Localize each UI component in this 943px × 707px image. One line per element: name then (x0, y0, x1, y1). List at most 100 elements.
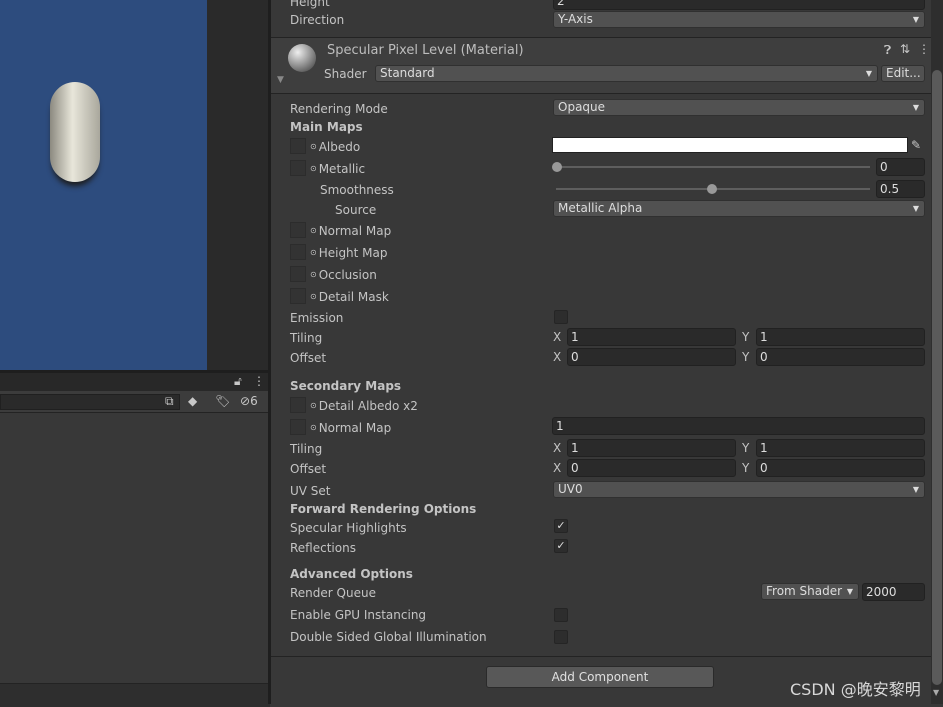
offset2-x-field[interactable]: 0 (567, 459, 736, 477)
divider (271, 656, 931, 657)
add-component-button[interactable]: Add Component (486, 666, 714, 688)
smoothness-label: Smoothness (320, 183, 394, 197)
x-label: X (553, 330, 562, 344)
normal-scale-field[interactable]: 1 (552, 417, 925, 435)
source-label: Source (335, 203, 377, 217)
more-icon[interactable]: ⋮ (253, 374, 265, 388)
albedo-texture-slot[interactable] (290, 138, 306, 154)
help-icon[interactable]: ❓︎ (884, 43, 891, 58)
x-label: X (553, 461, 562, 475)
object-picker-icon[interactable]: ⊙ (310, 164, 317, 173)
offset-y-field[interactable]: 0 (756, 348, 925, 366)
source-dropdown[interactable]: Metallic Alpha ▼ (553, 200, 925, 217)
object-picker-icon[interactable]: ⊙ (310, 270, 317, 279)
height-field[interactable]: 2 (553, 0, 925, 10)
offset-label: Offset (290, 462, 327, 476)
scroll-down-icon[interactable]: ▼ (933, 688, 939, 697)
object-picker-icon[interactable]: ⊙ (310, 292, 317, 301)
scrollbar-thumb[interactable] (932, 70, 942, 685)
detail-albedo-slot[interactable] (290, 397, 306, 413)
occlusion-slot[interactable] (290, 266, 306, 282)
reflections-checkbox[interactable]: ✓ (554, 539, 568, 553)
metallic-slider-handle[interactable] (552, 162, 562, 172)
smoothness-field[interactable]: 0.5 (876, 180, 925, 198)
render-queue-mode-value: From Shader (766, 584, 843, 598)
chevron-down-icon: ▼ (865, 69, 872, 78)
watermark: CSDN @晚安黎明 (790, 680, 921, 699)
offset-label: Offset (290, 351, 327, 365)
lock-icon[interactable]: 🔓︎ (234, 374, 242, 389)
edit-shader-button[interactable]: Edit... (881, 65, 925, 82)
detail-normal-map-slot[interactable] (290, 419, 306, 435)
render-queue-field[interactable]: 2000 (862, 583, 925, 601)
render-queue-label: Render Queue (290, 586, 376, 600)
object-picker-icon[interactable]: ⊙ (310, 142, 317, 151)
emission-label: Emission (290, 311, 344, 325)
smoothness-slider-handle[interactable] (707, 184, 717, 194)
object-picker-icon[interactable]: ⊙ (310, 401, 317, 410)
chevron-down-icon: ▼ (912, 485, 919, 494)
metallic-field[interactable]: 0 (876, 158, 925, 176)
search-input[interactable] (0, 394, 180, 410)
double-sided-gi-checkbox[interactable] (554, 630, 568, 644)
rendering-mode-value: Opaque (558, 100, 606, 114)
type-filter-icon[interactable]: ◆ (188, 394, 197, 408)
label-icon[interactable]: 🏷︎ (215, 394, 230, 408)
chevron-down-icon: ▼ (912, 103, 919, 112)
direction-dropdown[interactable]: Y-Axis ▼ (553, 11, 925, 28)
shader-label: Shader (324, 67, 367, 81)
direction-value: Y-Axis (558, 12, 593, 26)
tiling2-x-field[interactable]: 1 (567, 439, 736, 457)
object-picker-icon[interactable]: ⊙ (310, 248, 317, 257)
metallic-texture-slot[interactable] (290, 160, 306, 176)
shader-dropdown[interactable]: Standard ▼ (375, 65, 878, 82)
scene-view[interactable] (0, 0, 207, 370)
object-picker-icon[interactable]: ⊙ (310, 226, 317, 235)
rendering-mode-dropdown[interactable]: Opaque ▼ (553, 99, 925, 116)
uv-set-value: UV0 (558, 482, 583, 496)
main-maps-heading: Main Maps (290, 120, 363, 134)
more-icon[interactable]: ⋮ (918, 42, 930, 56)
foldout-arrow-icon[interactable]: ▼ (277, 75, 284, 85)
capsule-object[interactable] (50, 82, 100, 182)
eyedropper-icon[interactable]: ✎ (911, 138, 921, 152)
tiling2-y-field[interactable]: 1 (756, 439, 925, 457)
detail-mask-slot[interactable] (290, 288, 306, 304)
panel-toolbar: ⧉ ◆ 🏷︎ ⊘6 (0, 391, 270, 413)
hidden-icon[interactable]: ⊘6 (240, 394, 258, 408)
render-queue-mode-dropdown[interactable]: From Shader ▼ (761, 583, 859, 600)
albedo-color-swatch[interactable] (552, 137, 908, 153)
material-title: Specular Pixel Level (Material) (327, 43, 524, 58)
panel-header: 🔓︎ ⋮ (0, 373, 270, 391)
panel-divider[interactable] (268, 0, 271, 704)
metallic-slider[interactable] (556, 166, 870, 168)
preset-icon[interactable]: ⇅ (900, 42, 910, 56)
expand-icon[interactable]: ⧉ (165, 394, 174, 409)
chevron-down-icon: ▼ (846, 587, 853, 596)
chevron-down-icon: ▼ (912, 15, 919, 24)
gpu-instancing-checkbox[interactable] (554, 608, 568, 622)
metallic-label: Metallic (318, 162, 366, 176)
tiling-x-field[interactable]: 1 (567, 328, 736, 346)
secondary-maps-heading: Secondary Maps (290, 379, 402, 393)
forward-rendering-heading: Forward Rendering Options (290, 502, 477, 516)
emission-checkbox[interactable] (554, 310, 568, 324)
normal-map-slot[interactable] (290, 222, 306, 238)
uv-set-dropdown[interactable]: UV0 ▼ (553, 481, 925, 498)
offset-x-field[interactable]: 0 (567, 348, 736, 366)
advanced-options-heading: Advanced Options (290, 567, 413, 581)
chevron-down-icon: ▼ (912, 204, 919, 213)
uv-set-label: UV Set (290, 484, 331, 498)
tiling-label: Tiling (290, 331, 323, 345)
offset2-y-field[interactable]: 0 (756, 459, 925, 477)
object-picker-icon[interactable]: ⊙ (310, 423, 317, 432)
rendering-mode-label: Rendering Mode (290, 102, 388, 116)
tiling-y-field[interactable]: 1 (756, 328, 925, 346)
detail-normal-map-label: Normal Map (318, 421, 392, 435)
normal-map-label: Normal Map (318, 224, 392, 238)
height-map-label: Height Map (318, 246, 388, 260)
hierarchy-panel: 🔓︎ ⋮ ⧉ ◆ 🏷︎ ⊘6 (0, 370, 270, 707)
height-map-slot[interactable] (290, 244, 306, 260)
specular-highlights-checkbox[interactable]: ✓ (554, 519, 568, 533)
occlusion-label: Occlusion (318, 268, 377, 282)
